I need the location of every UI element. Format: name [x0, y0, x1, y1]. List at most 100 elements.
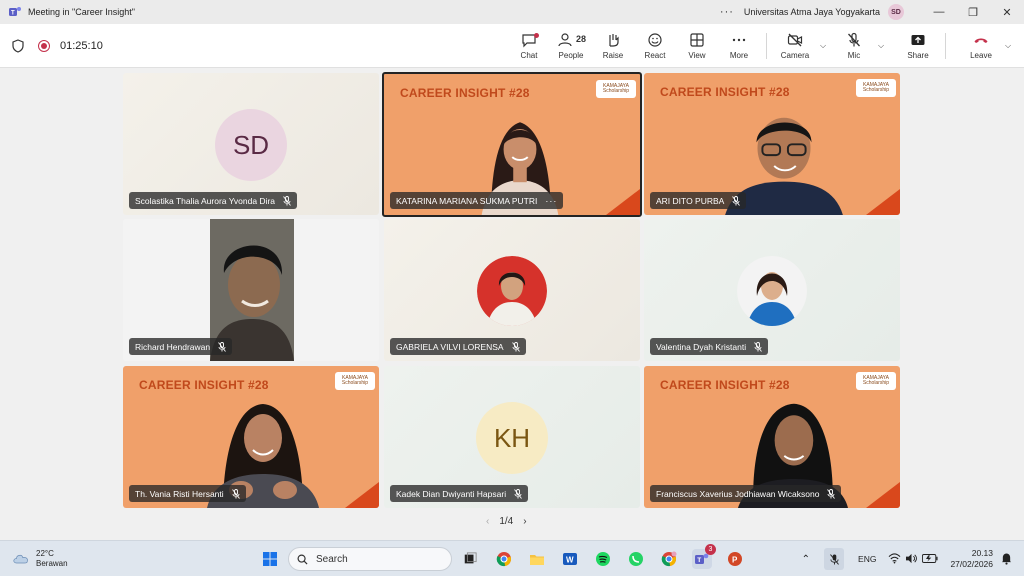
view-button[interactable]: View: [676, 26, 718, 66]
task-view-icon[interactable]: [460, 549, 480, 569]
participant-more-icon[interactable]: ···: [545, 196, 557, 206]
whatsapp-icon[interactable]: [626, 549, 646, 569]
gallery-pager: ‹ 1/4 ›: [486, 516, 527, 527]
weather-widget[interactable]: 22°C Berawan: [12, 549, 252, 569]
participant-avatar: SD: [215, 109, 287, 181]
teams-taskbar-icon[interactable]: T 3: [692, 544, 716, 569]
teams-notification-badge: 3: [705, 544, 716, 555]
mic-options-chevron-icon[interactable]: ⌵: [875, 41, 887, 51]
close-button[interactable]: ✕: [990, 6, 1024, 19]
react-button[interactable]: React: [634, 26, 676, 66]
mic-button[interactable]: Mic: [833, 26, 875, 66]
meeting-timer: 01:25:10: [60, 39, 103, 52]
wifi-icon[interactable]: [888, 552, 901, 566]
leave-button[interactable]: Leave: [960, 26, 1002, 66]
participant-nameplate: Kadek Dian Dwiyanti Hapsari: [390, 485, 529, 502]
taskbar-clock[interactable]: 20.13 27/02/2026: [950, 548, 993, 570]
smiley-icon: [648, 32, 662, 47]
notification-bell-icon[interactable]: [1001, 552, 1012, 567]
mic-label: Mic: [847, 50, 861, 60]
participant-tile[interactable]: SD Scolastika Thalia Aurora Yvonda Dira: [123, 73, 379, 215]
clock-time: 20.13: [971, 547, 993, 558]
show-hidden-icons-chevron-icon[interactable]: ⌃: [802, 554, 810, 565]
search-icon: [297, 554, 308, 565]
leave-label: Leave: [970, 50, 992, 60]
previous-page-chevron-icon[interactable]: ‹: [486, 516, 489, 527]
participant-tile[interactable]: CAREER INSIGHT #28 KAMAJAYA Scholarship …: [123, 366, 379, 508]
raise-hand-button[interactable]: Raise: [592, 26, 634, 66]
participant-tile[interactable]: CAREER INSIGHT #28 KAMAJAYA Scholarship …: [644, 366, 900, 508]
chat-button[interactable]: Chat: [508, 26, 550, 66]
teams-app-icon: T: [9, 7, 21, 17]
participant-avatar: KH: [476, 402, 548, 474]
recording-icon: [38, 39, 50, 52]
battery-icon[interactable]: [922, 553, 939, 565]
decorative-triangle: [345, 482, 379, 508]
view-label: View: [688, 50, 706, 60]
file-explorer-icon[interactable]: [527, 549, 547, 569]
hang-up-icon: [974, 38, 988, 43]
decorative-triangle: [866, 482, 900, 508]
participant-name: Franciscus Xaverius Jodhiawan Wicaksono: [656, 488, 820, 499]
participant-name: Scolastika Thalia Aurora Yvonda Dira: [135, 195, 276, 206]
kamajaya-logo: KAMAJAYA Scholarship: [856, 372, 896, 390]
mic-muted-icon: [732, 195, 741, 206]
participant-tile[interactable]: KH Kadek Dian Dwiyanti Hapsari: [384, 366, 640, 508]
volume-icon[interactable]: [905, 553, 918, 566]
leave-options-chevron-icon[interactable]: ⌵: [1002, 41, 1014, 51]
share-label: Share: [907, 50, 929, 60]
meeting-toolbar: 01:25:10 Chat 28 People Raise React View…: [0, 24, 1024, 68]
participant-tile[interactable]: Richard Hendrawan: [123, 219, 379, 361]
participant-nameplate: KATARINA MARIANA SUKMA PUTRI ···: [390, 192, 564, 209]
more-dots-icon: [732, 38, 746, 41]
participant-photo: [477, 256, 547, 326]
chat-label: Chat: [520, 50, 538, 60]
participant-photo: [737, 256, 807, 326]
kamajaya-logo: KAMAJAYA Scholarship: [856, 79, 896, 97]
search-placeholder: Search: [316, 553, 348, 565]
career-insight-banner: CAREER INSIGHT #28: [660, 85, 790, 99]
react-label: React: [644, 50, 666, 60]
camera-button[interactable]: Camera: [773, 26, 817, 66]
clock-date: 27/02/2026: [950, 559, 993, 569]
participant-nameplate: ARI DITO PURBA: [650, 192, 747, 209]
window-title: Meeting in "Career Insight": [28, 7, 135, 17]
windows-start-icon[interactable]: [260, 549, 280, 569]
restore-button[interactable]: ❐: [956, 6, 990, 19]
powerpoint-icon[interactable]: P: [725, 549, 745, 569]
title-more-icon[interactable]: ···: [720, 6, 734, 18]
chrome-profile-icon[interactable]: [659, 549, 679, 569]
grid-view-icon: [690, 32, 704, 47]
taskbar-search-box[interactable]: Search: [288, 547, 452, 571]
participant-tile[interactable]: Valentina Dyah Kristanti: [644, 219, 900, 361]
participant-name: KATARINA MARIANA SUKMA PUTRI: [396, 195, 538, 206]
share-button[interactable]: Share: [897, 26, 939, 66]
people-count: 28: [576, 33, 587, 44]
window-title-bar: T Meeting in "Career Insight" ··· Univer…: [0, 0, 1024, 24]
participant-nameplate: Th. Vania Risti Hersanti: [129, 485, 246, 502]
career-insight-banner: CAREER INSIGHT #28: [139, 378, 269, 392]
participant-tile[interactable]: GABRIELA VILVI LORENSA: [384, 219, 640, 361]
participant-tile-active-speaker[interactable]: CAREER INSIGHT #28 KAMAJAYA Scholarship …: [382, 72, 642, 217]
participant-name: ARI DITO PURBA: [656, 195, 725, 206]
more-button[interactable]: More: [718, 26, 760, 66]
user-avatar[interactable]: SD: [888, 4, 904, 20]
kamajaya-logo: KAMAJAYA Scholarship: [335, 372, 375, 390]
spotify-icon[interactable]: [593, 549, 613, 569]
chrome-icon[interactable]: [494, 549, 514, 569]
mic-muted-icon: [514, 488, 522, 499]
share-screen-icon: [911, 34, 925, 45]
next-page-chevron-icon[interactable]: ›: [523, 516, 526, 527]
language-indicator[interactable]: ENG: [858, 554, 876, 564]
people-label: People: [558, 50, 584, 60]
people-button[interactable]: 28 People: [550, 26, 592, 66]
participant-tile[interactable]: CAREER INSIGHT #28 KAMAJAYA Scholarship …: [644, 73, 900, 215]
camera-options-chevron-icon[interactable]: ⌵: [817, 41, 829, 51]
organization-name[interactable]: Universitas Atma Jaya Yogyakarta: [744, 7, 880, 17]
cloud-icon: [13, 554, 28, 564]
mic-in-use-icon[interactable]: [824, 548, 845, 570]
shield-icon[interactable]: [12, 38, 24, 53]
participant-nameplate: Richard Hendrawan: [129, 338, 233, 355]
minimize-button[interactable]: —: [922, 6, 956, 18]
word-icon[interactable]: W: [560, 549, 580, 569]
